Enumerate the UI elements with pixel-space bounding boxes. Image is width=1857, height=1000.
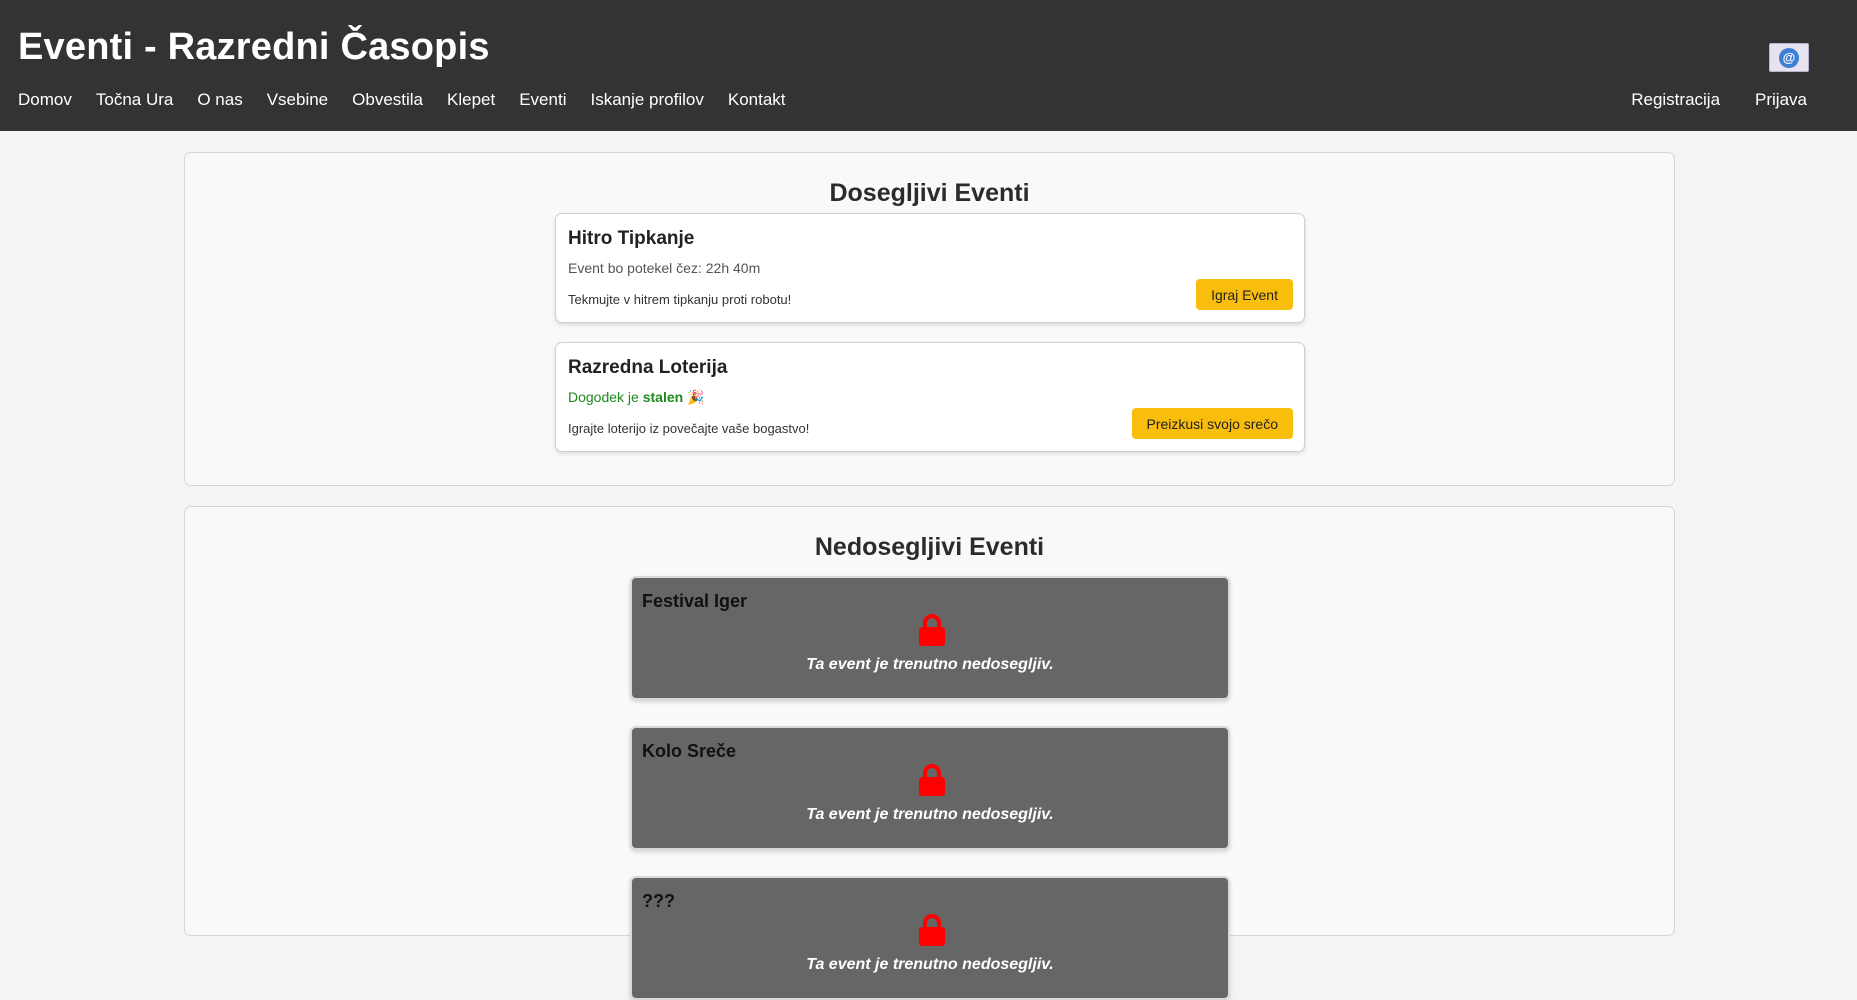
site-header: Eventi - Razredni Časopis Domov Točna Ur… bbox=[0, 0, 1857, 131]
account-nav: Registracija Prijava bbox=[1596, 90, 1807, 110]
login-link[interactable]: Prijava bbox=[1755, 90, 1807, 110]
locked-event-name: ??? bbox=[642, 891, 675, 911]
locked-event-name: Kolo Sreče bbox=[642, 741, 737, 761]
event-status-prefix: Dogodek je bbox=[568, 389, 643, 405]
register-link[interactable]: Registracija bbox=[1631, 90, 1720, 110]
locked-message: Ta event je trenutno nedosegljiv. bbox=[806, 956, 1054, 973]
nav-link-iskanje-profilov[interactable]: Iskanje profilov bbox=[590, 90, 703, 110]
mail-button[interactable]: @ bbox=[1769, 43, 1809, 72]
nav-link-o-nas[interactable]: O nas bbox=[197, 90, 242, 110]
locked-event-card: ??? Ta event je trenutno nedosegljiv. bbox=[630, 876, 1230, 1000]
available-events-section: Dosegljivi Eventi Hitro Tipkanje Event b… bbox=[184, 152, 1675, 486]
nav-link-kontakt[interactable]: Kontakt bbox=[728, 90, 786, 110]
event-name: Razredna Loterija bbox=[568, 357, 728, 378]
lock-icon bbox=[919, 614, 945, 646]
available-events-title: Dosegljivi Eventi bbox=[829, 179, 1030, 207]
event-name: Hitro Tipkanje bbox=[568, 228, 695, 249]
event-status-bold: stalen bbox=[642, 389, 684, 405]
lock-icon bbox=[919, 914, 945, 946]
locked-event-card: Kolo Sreče Ta event je trenutno nedosegl… bbox=[630, 726, 1230, 850]
locked-event-name: Festival Iger bbox=[642, 591, 748, 611]
lock-icon bbox=[919, 764, 945, 796]
locked-event-card: Festival Iger Ta event je trenutno nedos… bbox=[630, 576, 1230, 700]
event-card-razredna-loterija: Razredna Loterija Dogodek je stalen 🎉 Ig… bbox=[555, 342, 1305, 452]
event-card-hitro-tipkanje: Hitro Tipkanje Event bo potekel čez: 22h… bbox=[555, 213, 1305, 323]
mail-icon: @ bbox=[1779, 47, 1799, 68]
nav-link-domov[interactable]: Domov bbox=[18, 90, 72, 110]
try-luck-button[interactable]: Preizkusi svojo srečo bbox=[1131, 408, 1293, 439]
locked-message: Ta event je trenutno nedosegljiv. bbox=[806, 806, 1054, 823]
page-title: Eventi - Razredni Časopis bbox=[18, 26, 490, 68]
nav-link-obvestila[interactable]: Obvestila bbox=[352, 90, 423, 110]
party-icon: 🎉 bbox=[687, 389, 705, 405]
nav-link-eventi[interactable]: Eventi bbox=[519, 90, 566, 110]
locked-message: Ta event je trenutno nedosegljiv. bbox=[806, 656, 1054, 673]
event-status: Dogodek je stalen 🎉 bbox=[568, 389, 705, 406]
unavailable-events-title: Nedosegljivi Eventi bbox=[814, 533, 1045, 561]
event-status: Event bo potekel čez: 22h 40m bbox=[568, 260, 761, 276]
event-description: Igrajte loterijo iz povečajte vaše bogas… bbox=[568, 421, 810, 436]
nav-link-tocna-ura[interactable]: Točna Ura bbox=[96, 90, 173, 110]
unavailable-events-section: Nedosegljivi Eventi Festival Iger Ta eve… bbox=[184, 506, 1675, 1000]
main-nav: Domov Točna Ura O nas Vsebine Obvestila … bbox=[18, 90, 810, 110]
nav-link-vsebine[interactable]: Vsebine bbox=[267, 90, 328, 110]
play-event-button[interactable]: Igraj Event bbox=[1196, 279, 1293, 310]
event-description: Tekmujte v hitrem tipkanju proti robotu! bbox=[568, 292, 792, 307]
nav-link-klepet[interactable]: Klepet bbox=[447, 90, 495, 110]
